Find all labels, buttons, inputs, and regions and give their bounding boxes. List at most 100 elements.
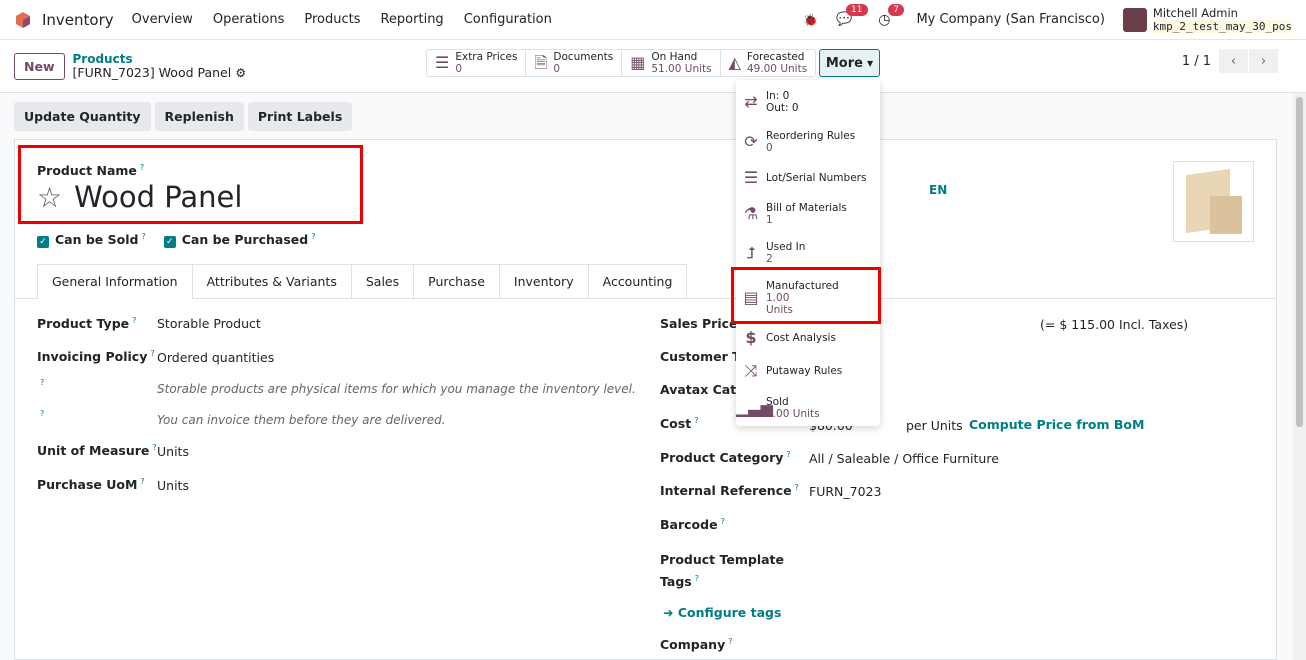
avatar: [1122, 7, 1147, 32]
flask-icon: ⚗: [743, 204, 759, 223]
more-dropdown-menu: ⇄ In: 0 Out: 0 ⟳ Reordering Rules 0 ☰ Lot/Ser…: [736, 80, 880, 426]
item-label: Cost Analysis: [766, 332, 836, 344]
item-label: Sold: [766, 396, 789, 408]
breadcrumb-products[interactable]: Products: [73, 52, 247, 66]
gear-icon[interactable]: ⚙: [235, 66, 246, 80]
exchange-icon: ⇄: [744, 92, 758, 111]
stat-value: 51.00 Units: [651, 63, 712, 75]
on-hand-button[interactable]: ▦ On Hand 51.00 Units: [622, 50, 721, 76]
menu-overview[interactable]: Overview: [132, 12, 193, 27]
purchase-uom-field[interactable]: Units: [157, 478, 189, 493]
more-button[interactable]: More ▼: [819, 49, 880, 77]
product-image[interactable]: [1173, 161, 1254, 242]
company-label: Company: [660, 637, 726, 653]
can-be-purchased-checkbox[interactable]: ✓ Can be Purchased?: [163, 232, 315, 249]
signal-icon: ▁▃▅: [736, 398, 773, 417]
invoicing-policy-label: Invoicing Policy: [37, 349, 148, 365]
item-label: Lot/Serial Numbers: [766, 172, 867, 184]
forecasted-button[interactable]: ◭ Forecasted 49.00 Units: [721, 50, 816, 76]
extra-prices-button[interactable]: ☰ Extra Prices 0: [427, 50, 527, 76]
company-switcher[interactable]: My Company (San Francisco): [916, 12, 1104, 27]
menu-item-used-in[interactable]: ⮥ Used In 2: [736, 241, 880, 265]
activities-badge: 7: [888, 3, 904, 16]
more-label: More: [825, 55, 863, 71]
pager-value[interactable]: 1 / 1: [1182, 54, 1211, 69]
item-label: In: 0: [766, 90, 790, 102]
cost-label: Cost: [660, 416, 692, 432]
product-type-label: Product Type: [37, 316, 130, 332]
stat-label: Documents: [553, 51, 614, 63]
invoicing-policy-select[interactable]: Ordered quantities: [157, 350, 274, 365]
per-units-text: per Units: [906, 418, 963, 433]
language-button[interactable]: EN: [929, 183, 947, 197]
can-be-sold-checkbox[interactable]: ✓ Can be Sold?: [37, 232, 146, 249]
purchase-uom-label: Purchase UoM: [37, 477, 138, 493]
tab-sales[interactable]: Sales: [350, 264, 415, 298]
item-value: Out: 0: [766, 102, 799, 114]
pager-previous-icon[interactable]: ‹: [1219, 49, 1248, 73]
top-navbar: Inventory Overview Operations Products R…: [0, 0, 1306, 40]
update-quantity-button[interactable]: Update Quantity: [14, 102, 151, 131]
tab-accounting[interactable]: Accounting: [587, 264, 688, 298]
item-value: 2: [766, 253, 773, 265]
can-be-sold-label: Can be Sold: [55, 232, 139, 248]
tags-label-line2: Tags: [660, 574, 692, 590]
item-label: Bill of Materials: [766, 202, 847, 214]
tab-purchase[interactable]: Purchase: [413, 264, 500, 298]
scrollbar-thumb[interactable]: [1296, 97, 1303, 427]
menu-configuration[interactable]: Configuration: [464, 12, 552, 27]
menu-item-putaway-rules[interactable]: ⤨ Putaway Rules: [736, 363, 880, 379]
highlight-manufactured: [731, 267, 881, 324]
activities-button[interactable]: ◷ 7: [878, 3, 904, 28]
print-labels-button[interactable]: Print Labels: [247, 102, 353, 131]
control-panel: New Products [FURN_7023] Wood Panel ⚙ ☰ E…: [0, 40, 1306, 93]
menu-item-cost-analysis[interactable]: $ Cost Analysis: [736, 328, 880, 347]
tab-inventory[interactable]: Inventory: [498, 264, 589, 298]
product-category-field[interactable]: All / Saleable / Office Furniture: [809, 451, 999, 466]
messages-button[interactable]: 💬 11: [836, 4, 868, 27]
tags-label-line1: Product Template: [660, 552, 784, 567]
app-logo-icon[interactable]: [14, 11, 32, 29]
highlight-product-name: [18, 145, 363, 224]
item-label: Reordering Rules: [766, 130, 856, 142]
new-button[interactable]: New: [14, 52, 65, 80]
document-icon: 🗎: [534, 53, 548, 72]
debug-bug-icon[interactable]: 🐞: [803, 13, 818, 27]
product-type-select[interactable]: Storable Product: [157, 316, 261, 331]
tab-general-information[interactable]: General Information: [37, 264, 193, 299]
breadcrumb-current: [FURN_7023] Wood Panel: [72, 64, 232, 80]
sales-price-label: Sales Price: [660, 316, 738, 332]
internal-reference-label: Internal Reference: [660, 483, 792, 499]
uom-field[interactable]: Units: [157, 444, 189, 459]
menu-item-in-out[interactable]: ⇄ In: 0 Out: 0: [736, 90, 880, 114]
configure-tags-button[interactable]: Configure tags: [678, 605, 782, 620]
app-name[interactable]: Inventory: [42, 11, 114, 29]
compute-price-bom-button[interactable]: Compute Price from BoM: [969, 417, 1144, 432]
tab-attributes-variants[interactable]: Attributes & Variants: [191, 264, 352, 298]
caret-down-icon: ▼: [866, 58, 874, 68]
menu-item-reordering-rules[interactable]: ⟳ Reordering Rules 0: [736, 130, 880, 154]
user-menu[interactable]: Mitchell Admin kmp_2_test_may_30_pos: [1122, 6, 1292, 33]
database-name: kmp_2_test_may_30_pos: [1152, 19, 1292, 33]
scrollbar[interactable]: [1293, 93, 1306, 660]
stat-label: On Hand: [651, 51, 698, 63]
menu-reporting[interactable]: Reporting: [380, 12, 443, 27]
dollar-icon: $: [745, 328, 757, 347]
pager-next-icon[interactable]: ›: [1249, 49, 1278, 73]
smart-buttons: ☰ Extra Prices 0 🗎 Documents 0 ▦ On Hand 51.00…: [426, 49, 817, 77]
documents-button[interactable]: 🗎 Documents 0: [526, 50, 623, 76]
arrow-right-icon: ➜: [663, 605, 674, 620]
pager: 1 / 1 ‹ ›: [1182, 49, 1278, 73]
menu-item-bill-of-materials[interactable]: ⚗ Bill of Materials 1: [736, 202, 880, 226]
internal-reference-field[interactable]: FURN_7023: [809, 484, 881, 499]
stat-value: 49.00 Units: [746, 63, 808, 75]
menu-item-lot-serial[interactable]: ☰ Lot/Serial Numbers: [736, 170, 880, 186]
replenish-button[interactable]: Replenish: [154, 102, 244, 131]
menu-products[interactable]: Products: [304, 12, 360, 27]
cubes-icon: ▦: [630, 53, 646, 72]
area-chart-icon: ◭: [728, 53, 741, 72]
menu-operations[interactable]: Operations: [213, 12, 284, 27]
barcode-label: Barcode: [660, 517, 718, 533]
menu-item-sold[interactable]: ▁▃▅ Sold 0.00 Units: [736, 396, 880, 420]
stat-label: Extra Prices: [455, 51, 518, 63]
